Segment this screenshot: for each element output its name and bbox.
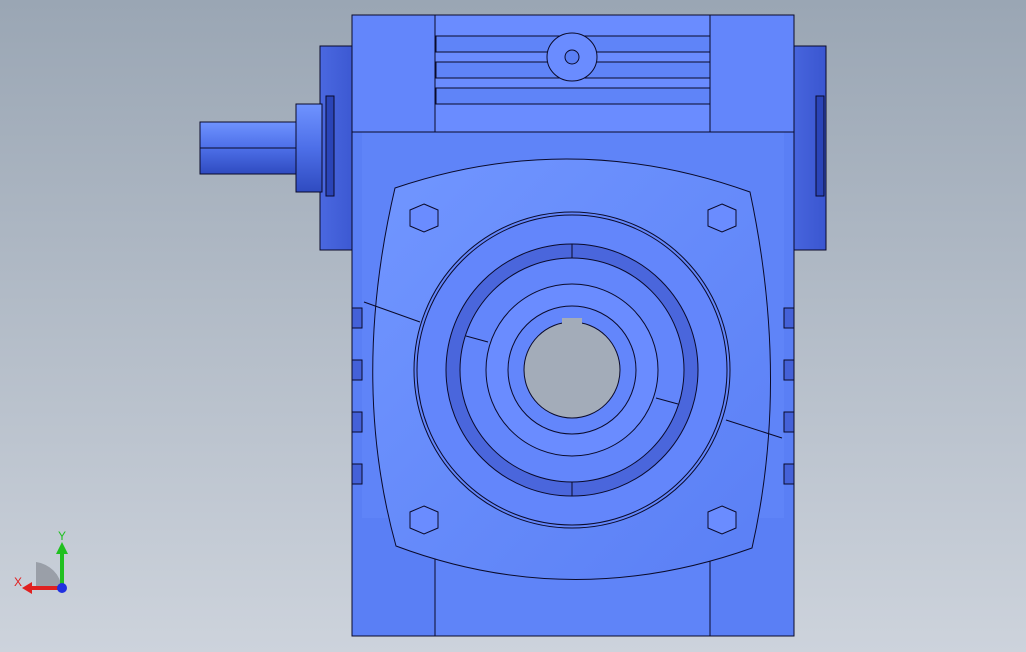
- gearbox-body: [199, 14, 827, 637]
- gearbox-model[interactable]: [0, 0, 1026, 652]
- axis-triad[interactable]: Y X: [10, 528, 80, 600]
- y-axis-label: Y: [58, 529, 66, 543]
- triad-plane-icon: [36, 562, 62, 588]
- cad-viewport[interactable]: Y X: [0, 0, 1026, 652]
- z-axis-dot-icon: [57, 583, 67, 593]
- x-axis-arrowhead-icon: [22, 582, 32, 594]
- x-axis-label: X: [14, 575, 22, 589]
- y-axis-arrowhead-icon: [56, 542, 68, 554]
